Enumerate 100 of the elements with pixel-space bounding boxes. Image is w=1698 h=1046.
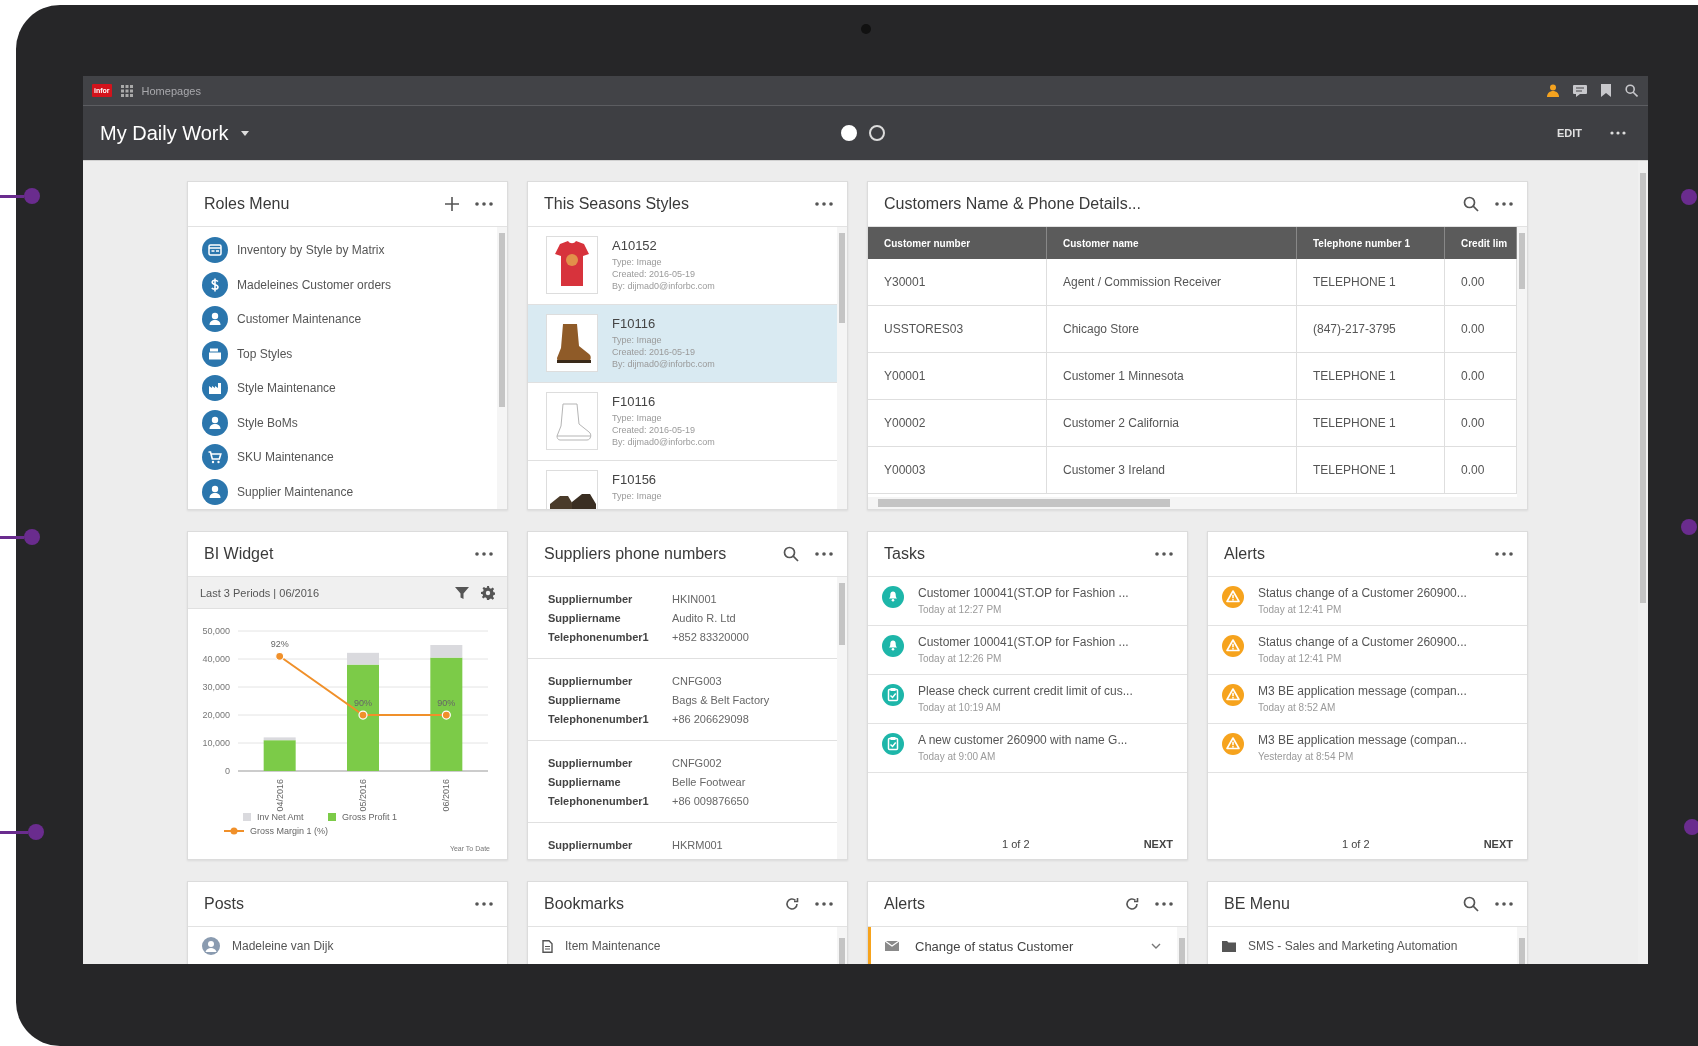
more-icon[interactable] — [1155, 902, 1173, 906]
search-icon[interactable] — [1463, 896, 1479, 912]
more-icon[interactable] — [475, 552, 493, 556]
refresh-icon[interactable] — [785, 897, 799, 911]
column-header[interactable]: Customer number — [868, 227, 1047, 259]
menu-item[interactable]: Madeleines Customer orders — [188, 267, 497, 302]
legend-swatch — [328, 813, 336, 821]
notification-item[interactable]: Please check current credit limit of cus... Today at 10:19 AM — [868, 675, 1187, 724]
document-icon[interactable] — [542, 939, 553, 953]
notification-item[interactable]: Status change of a Customer 260900... Today at 12:41 PM — [1208, 626, 1527, 675]
legend-label: Inv Net Amt — [257, 812, 304, 822]
caret-icon[interactable] — [240, 130, 249, 136]
search-icon[interactable] — [1463, 196, 1479, 212]
edit-button[interactable]: EDIT — [1550, 123, 1588, 143]
chart-point — [441, 710, 451, 720]
table-cell: TELEPHONE 1 — [1297, 259, 1445, 305]
more-icon[interactable] — [475, 902, 493, 906]
field-label: Suppliernumber — [548, 592, 634, 605]
list-item[interactable]: SMS - Sales and Marketing Automation — [1208, 927, 1517, 964]
menu-item[interactable]: Top Styles — [188, 336, 497, 371]
user-icon[interactable] — [1547, 84, 1559, 97]
app-grid-icon[interactable] — [120, 84, 133, 97]
list-item[interactable]: Change of status Customer — [868, 927, 1161, 964]
menu-item[interactable]: SKU Maintenance — [188, 440, 497, 475]
more-icon[interactable] — [815, 552, 833, 556]
search-icon[interactable] — [783, 546, 799, 562]
menu-item[interactable]: Supplier Maintenance — [188, 474, 497, 509]
more-icon[interactable] — [1495, 202, 1513, 206]
chevron-icon[interactable] — [1151, 943, 1161, 949]
field-label: Suppliernumber — [548, 756, 634, 769]
clipboard-icon — [882, 684, 904, 706]
notification-item[interactable]: Status change of a Customer 260900... Today at 12:41 PM — [1208, 577, 1527, 626]
style-list-item[interactable]: F10116 Type: Image Created: 2016-05-19 By: dijmad0@inforbc.com — [528, 383, 837, 461]
table-cell: TELEPHONE 1 — [1297, 447, 1445, 493]
item-type: Type: Image — [612, 334, 663, 346]
more-icon[interactable] — [1155, 552, 1173, 556]
list-item[interactable]: Madeleine van Dijk — [188, 927, 507, 964]
scrollbar[interactable] — [1517, 227, 1527, 509]
widget-title: Tasks — [884, 545, 926, 563]
scrollbar[interactable] — [497, 227, 507, 509]
scrollbar[interactable] — [837, 227, 847, 509]
notification-item[interactable]: Customer 100041(ST.OP for Fashion ... Today at 12:26 PM — [868, 626, 1187, 675]
list-item[interactable]: Item Maintenance — [528, 927, 837, 964]
notification-item[interactable]: Customer 100041(ST.OP for Fashion ... Today at 12:27 PM — [868, 577, 1187, 626]
scrollbar[interactable] — [837, 577, 847, 859]
axis-label: 06/2016 — [441, 779, 452, 812]
notification-item[interactable]: M3 BE application message (compan... Yesterday at 8:54 PM — [1208, 724, 1527, 773]
table-cell: Chicago Store — [1047, 306, 1297, 352]
person-icon — [202, 306, 228, 333]
table-cell: Customer 2 California — [1047, 400, 1297, 446]
item-date: Created: 2016-05-19 — [612, 424, 697, 436]
more-icon[interactable] — [1610, 131, 1626, 135]
scrollbar-thumb[interactable] — [1640, 173, 1646, 603]
menu-item[interactable]: Customer Maintenance — [188, 302, 497, 337]
more-icon[interactable] — [815, 202, 833, 206]
notification-item[interactable]: A new customer 260900 with name G... Today at 9:00 AM — [868, 724, 1187, 773]
menu-item[interactable]: Style Maintenance — [188, 371, 497, 406]
field-value: CNFG002 — [672, 756, 722, 769]
scrollbar-thumb[interactable] — [839, 232, 845, 323]
scrollbar[interactable] — [868, 497, 1517, 509]
page-indicator: 1 of 2 — [1341, 838, 1371, 850]
field-label: Telephonenumber1 — [548, 712, 650, 725]
more-icon[interactable] — [1495, 552, 1513, 556]
item-code: A10152 — [612, 238, 658, 253]
menu-item[interactable]: Inventory by Style by Matrix — [188, 233, 497, 268]
next-button[interactable]: NEXT — [1143, 836, 1173, 852]
settings-icon[interactable] — [481, 585, 495, 600]
axis-label: 30,000 — [202, 682, 230, 692]
more-icon[interactable] — [815, 902, 833, 906]
search-icon[interactable] — [1625, 84, 1638, 97]
add-icon[interactable] — [445, 197, 459, 211]
more-icon[interactable] — [1495, 902, 1513, 906]
page-dot[interactable] — [869, 125, 885, 141]
boot-thumbnail — [546, 314, 598, 372]
notification-text: Status change of a Customer 260900... — [1258, 635, 1467, 649]
field-value: +86 009876650 — [672, 794, 749, 807]
scrollbar-thumb[interactable] — [1519, 232, 1525, 289]
refresh-icon[interactable] — [1125, 897, 1139, 911]
scrollbar-thumb[interactable] — [878, 499, 1171, 507]
widget-title: BE Menu — [1224, 895, 1291, 913]
scrollbar-thumb[interactable] — [839, 582, 845, 645]
filter-icon[interactable] — [455, 585, 469, 600]
next-button[interactable]: NEXT — [1483, 836, 1513, 852]
axis-label: 04/2016 — [274, 779, 285, 812]
breadcrumb-link[interactable]: Homepages — [141, 84, 1538, 97]
column-header[interactable]: Customer name — [1047, 227, 1297, 259]
chat-icon[interactable] — [1573, 84, 1587, 97]
scrollbar-thumb[interactable] — [499, 232, 505, 408]
more-icon[interactable] — [475, 202, 493, 206]
style-list-item[interactable]: F10116 Type: Image Created: 2016-05-19 By: dijmad0@inforbc.com — [528, 305, 837, 383]
style-list-item[interactable]: A10152 Type: Image Created: 2016-05-19 By: dijmad0@inforbc.com — [528, 227, 837, 305]
column-header[interactable]: Telephone number 1 — [1297, 227, 1445, 259]
menu-item[interactable]: Style BoMs — [188, 405, 497, 440]
legend-swatch — [243, 813, 251, 821]
boot-sketch-thumbnail — [546, 392, 598, 450]
legend-label: Gross Margin 1 (%) — [250, 826, 329, 836]
bookmark-icon[interactable] — [1601, 84, 1611, 97]
stack-icon — [202, 340, 228, 367]
folder-icon[interactable] — [1222, 940, 1236, 952]
notification-item[interactable]: M3 BE application message (compan... Today at 8:52 AM — [1208, 675, 1527, 724]
